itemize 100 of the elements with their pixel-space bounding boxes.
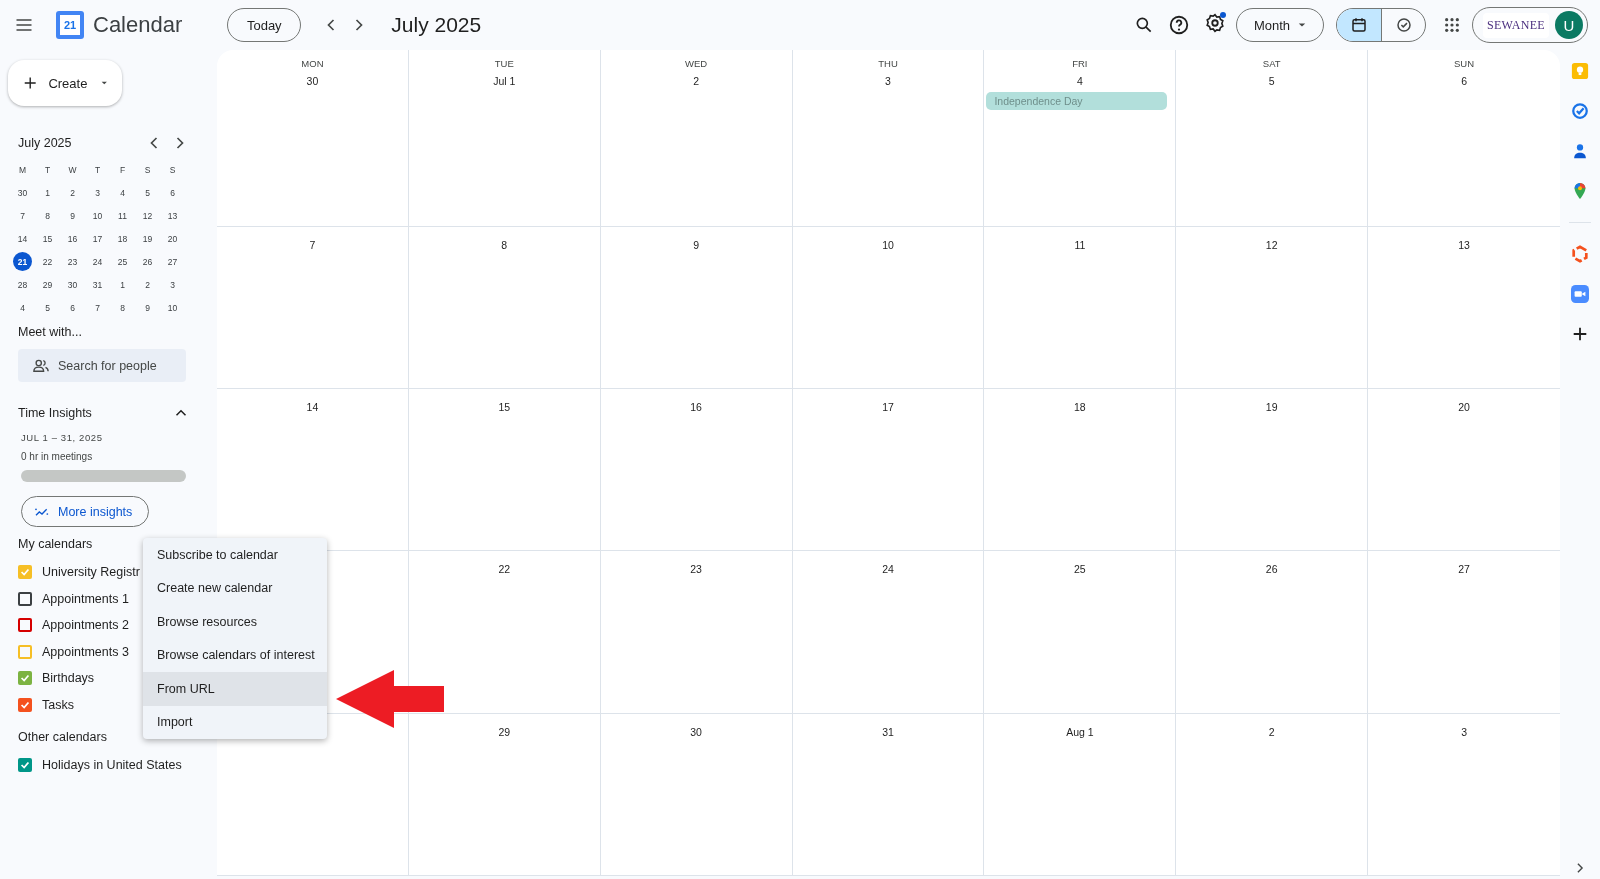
mini-calendar-day[interactable]: 10	[88, 206, 107, 225]
checkbox[interactable]	[18, 565, 32, 580]
mini-calendar-day[interactable]: 8	[38, 206, 57, 225]
menu-item[interactable]: Browse resources	[143, 605, 327, 639]
day-number[interactable]: 2	[693, 73, 700, 89]
search-field[interactable]: Search for people	[18, 349, 186, 382]
menu-item[interactable]: Import	[143, 705, 327, 739]
menu-item[interactable]: Browse calendars of interest	[143, 638, 327, 672]
create-button[interactable]: Create	[8, 60, 122, 106]
mini-calendar-day[interactable]: 7	[88, 298, 107, 317]
day-number[interactable]: 31	[882, 723, 894, 740]
mini-calendar-day[interactable]: 13	[163, 206, 182, 225]
menu-item[interactable]: Subscribe to calendar	[143, 538, 327, 572]
mini-calendar-day[interactable]: 16	[63, 229, 82, 248]
apps-icon[interactable]	[1444, 17, 1460, 33]
mini-calendar-day[interactable]: 18	[113, 229, 132, 248]
day-number[interactable]: 6	[1461, 73, 1467, 89]
day-number[interactable]: 24	[882, 561, 894, 578]
day-number[interactable]: 5	[1268, 73, 1275, 89]
day-number[interactable]: 20	[1458, 398, 1470, 415]
mini-calendar-day[interactable]: 21	[13, 252, 32, 271]
mini-calendar-day[interactable]: 23	[63, 252, 82, 271]
day-number[interactable]: 7	[309, 236, 316, 253]
mini-calendar-day[interactable]: 2	[63, 183, 82, 202]
day-number[interactable]: 30	[306, 73, 319, 89]
checkbox[interactable]	[18, 591, 32, 606]
calendar-name: University Registr	[42, 565, 140, 580]
mini-calendar-day[interactable]: 30	[63, 275, 82, 294]
mini-calendar-day[interactable]: 19	[138, 229, 157, 248]
mini-calendar-day[interactable]: 7	[13, 206, 32, 225]
check-circle-icon[interactable]	[1571, 102, 1589, 120]
mini-calendar-day[interactable]: 5	[138, 183, 157, 202]
mini-calendar-day[interactable]: 1	[38, 183, 57, 202]
day-number[interactable]: 25	[1074, 561, 1086, 578]
day-number[interactable]: 3	[1461, 723, 1467, 740]
mini-calendar-day[interactable]: 4	[113, 183, 132, 202]
day-number[interactable]: 19	[1265, 398, 1278, 415]
day-number[interactable]: 27	[1458, 561, 1470, 578]
menu-item[interactable]: From URL	[143, 672, 327, 706]
mini-calendar-day[interactable]: 29	[38, 275, 57, 294]
mini-calendar-day[interactable]: 5	[38, 298, 57, 317]
mini-calendar-day[interactable]: 31	[88, 275, 107, 294]
checkbox[interactable]	[18, 671, 32, 686]
day-number[interactable]: 17	[882, 398, 894, 415]
day-number[interactable]: 14	[306, 398, 319, 415]
mini-calendar-day[interactable]: 28	[13, 275, 32, 294]
day-number[interactable]: 3	[885, 73, 891, 89]
mini-calendar-day[interactable]: 3	[88, 183, 107, 202]
mini-calendar-day[interactable]: 26	[138, 252, 157, 271]
mini-calendar-day[interactable]: 25	[113, 252, 132, 271]
mini-calendar-day[interactable]: 9	[138, 298, 157, 317]
mini-calendar-day[interactable]: 6	[63, 298, 82, 317]
day-number[interactable]: 13	[1458, 236, 1470, 253]
day-number[interactable]: 11	[1074, 236, 1086, 253]
mini-calendar-day[interactable]: 10	[163, 298, 182, 317]
mini-calendar-day[interactable]: 30	[13, 183, 32, 202]
day-number[interactable]: 15	[498, 398, 511, 415]
day-number[interactable]: Jul 1	[493, 73, 516, 89]
day-number[interactable]: 30	[690, 723, 702, 740]
day-number[interactable]: 26	[1265, 561, 1278, 578]
section-title: Time Insights	[18, 406, 92, 420]
checkbox[interactable]	[18, 618, 32, 633]
person-icon[interactable]	[1571, 142, 1589, 160]
mini-calendar-day[interactable]: 1	[113, 275, 132, 294]
mini-calendar-day[interactable]: 4	[13, 298, 32, 317]
mini-calendar-day[interactable]: 20	[163, 229, 182, 248]
day-number[interactable]: 2	[1268, 723, 1275, 740]
day-number[interactable]: 10	[882, 236, 894, 253]
mini-calendar-day[interactable]: 14	[13, 229, 32, 248]
mini-calendar-day[interactable]: 15	[38, 229, 57, 248]
checkbox[interactable]	[18, 758, 32, 773]
mini-calendar-day[interactable]: 9	[63, 206, 82, 225]
mini-calendar-day[interactable]: 27	[163, 252, 182, 271]
mini-calendar-day[interactable]: 3	[163, 275, 182, 294]
help-icon[interactable]	[1168, 14, 1190, 36]
day-number[interactable]: 16	[690, 398, 702, 415]
day-number[interactable]: 4	[1076, 73, 1083, 89]
mini-calendar-day[interactable]: 12	[138, 206, 157, 225]
day-number[interactable]: 23	[690, 561, 702, 578]
mini-calendar-day[interactable]: 17	[88, 229, 107, 248]
mini-calendar-day[interactable]: 24	[88, 252, 107, 271]
mini-calendar-day[interactable]: 8	[113, 298, 132, 317]
mini-calendar-day[interactable]: 2	[138, 275, 157, 294]
hexagon-icon[interactable]	[1571, 245, 1589, 263]
day-number[interactable]: 9	[693, 236, 700, 253]
checkbox[interactable]	[18, 697, 32, 712]
day-number[interactable]: 8	[501, 236, 508, 253]
day-number[interactable]: 22	[498, 561, 511, 578]
menu-item[interactable]: Create new calendar	[143, 571, 327, 605]
day-number[interactable]: 12	[1265, 236, 1278, 253]
day-number[interactable]: Aug 1	[1066, 723, 1094, 740]
day-number[interactable]: 29	[498, 723, 511, 740]
mini-calendar-day[interactable]: 22	[38, 252, 57, 271]
add-icon[interactable]	[1571, 325, 1589, 343]
mini-calendar-day[interactable]: 6	[163, 183, 182, 202]
view-toggle[interactable]	[1337, 9, 1381, 41]
video-camera-icon[interactable]	[1571, 285, 1589, 303]
search-icon[interactable]	[1134, 15, 1154, 35]
day-number[interactable]: 18	[1074, 398, 1086, 415]
mini-calendar-day[interactable]: 11	[113, 206, 132, 225]
